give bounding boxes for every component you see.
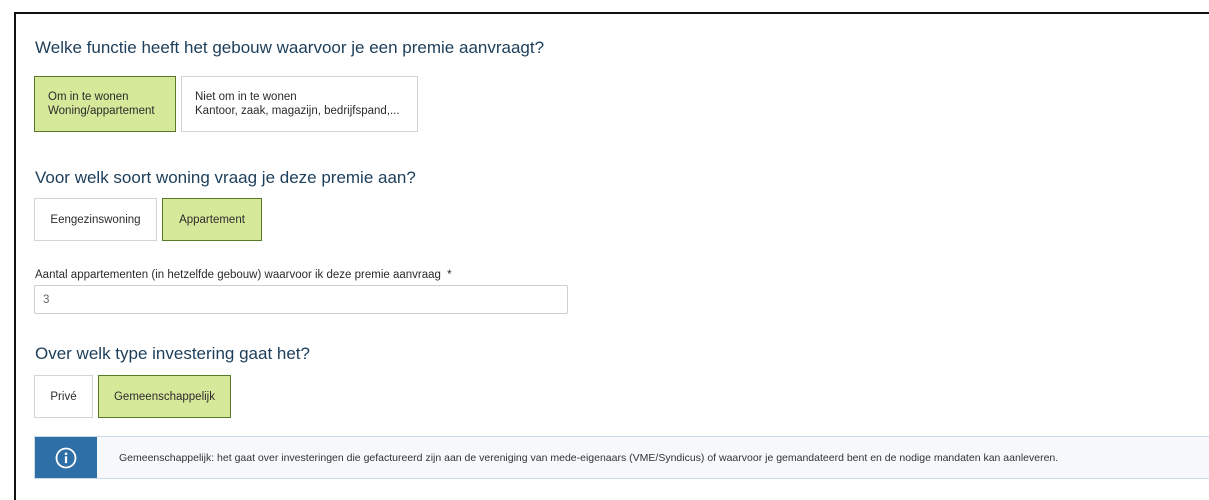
dwelling-type-heading: Voor welk soort woning vraag je deze pre…	[35, 168, 416, 187]
option-single-family-label: Eengezinswoning	[50, 213, 141, 226]
option-residential-title: Om in te wonen	[48, 91, 129, 103]
info-text: Gemeenschappelijk: het gaat over investe…	[119, 451, 1059, 464]
apartments-count-label: Aantal appartementen (in hetzelfde gebou…	[35, 269, 452, 281]
option-non-residential-subtitle: Kantoor, zaak, magazijn, bedrijfspand,..…	[195, 105, 400, 117]
info-icon	[55, 447, 77, 468]
apartments-count-value: 3	[43, 293, 50, 306]
option-residential-subtitle: Woning/appartement	[48, 105, 155, 117]
option-non-residential[interactable]: Niet om in te wonen Kantoor, zaak, magaz…	[181, 76, 418, 132]
required-marker: *	[447, 269, 452, 281]
building-function-heading: Welke functie heeft het gebouw waarvoor …	[35, 38, 545, 57]
option-apartment[interactable]: Appartement	[162, 198, 262, 241]
option-non-residential-title: Niet om in te wonen	[195, 91, 297, 103]
apartments-count-label-text: Aantal appartementen (in hetzelfde gebou…	[35, 269, 441, 281]
option-apartment-label: Appartement	[179, 213, 245, 226]
option-shared-label: Gemeenschappelijk	[113, 390, 215, 403]
option-single-family-house[interactable]: Eengezinswoning	[34, 198, 157, 241]
info-callout: Gemeenschappelijk: het gaat over investe…	[34, 436, 1209, 479]
option-shared[interactable]: Gemeenschappelijk	[98, 375, 231, 418]
option-residential[interactable]: Om in te wonen Woning/appartement	[34, 76, 176, 132]
option-private[interactable]: Privé	[34, 375, 93, 418]
info-icon-box	[35, 437, 97, 478]
investment-type-heading: Over welk type investering gaat het?	[35, 344, 310, 363]
option-private-label: Privé	[50, 390, 77, 403]
apartments-count-input[interactable]: 3	[34, 285, 568, 314]
